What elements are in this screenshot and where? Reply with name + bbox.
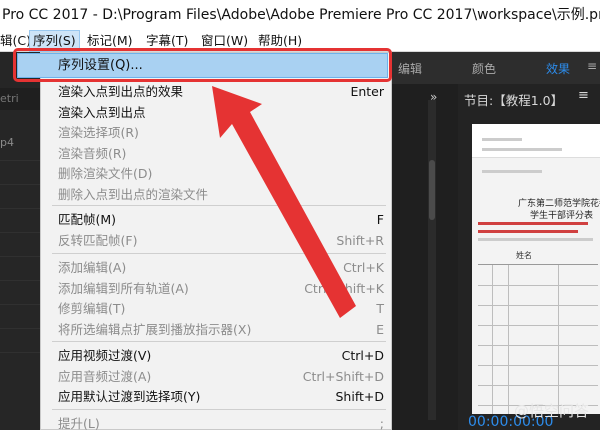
vertical-scrollbar[interactable] (428, 100, 436, 420)
menu-item: 应用音频过渡(A) Ctrl+Shift+D (58, 367, 384, 387)
menu-item: 反转匹配帧(F) Shift+R (58, 231, 384, 251)
workspace-menu-icon[interactable]: ≡ (587, 59, 597, 73)
menu-item-label: 删除渲染文件(D) (58, 166, 153, 181)
menu-item: 渲染选择项(R) (58, 123, 384, 143)
menu-item-shortcut: Ctrl+Shift+K (304, 280, 384, 296)
window-title: Pro CC 2017 - D:\Program Files\Adobe\Ado… (0, 0, 600, 30)
menu-item-shortcut: ; (379, 416, 384, 430)
workspace-bar: 编辑 颜色 效果 ≡ (392, 52, 600, 84)
menu-item: 渲染音频(R) (58, 144, 384, 164)
program-monitor-title[interactable]: 节目:【教程1.0】 (464, 90, 563, 109)
menu-item[interactable]: 应用视频过渡(V) Ctrl+D (58, 346, 384, 366)
menu-item: 提升(L); (58, 414, 384, 430)
workspace-effects[interactable]: 效果 (546, 60, 570, 77)
menu-item-label: 应用视频过渡(V) (58, 348, 152, 363)
menu-item-shortcut: T (376, 301, 384, 316)
effect-controls-panel (392, 52, 458, 430)
table-row (478, 365, 598, 366)
menu-item-shortcut: F (376, 212, 384, 227)
menu-separator (52, 409, 386, 410)
menu-item-shortcut: Enter (350, 84, 384, 99)
table-row (478, 385, 598, 386)
menu-item-shortcut: Ctrl+Shift+D (302, 368, 384, 384)
menu-item[interactable]: 应用默认过渡到选择项(Y) Shift+D (58, 387, 384, 407)
menu-item-shortcut: Shift+R (336, 232, 384, 248)
watermark-text: @悟空问答 (514, 402, 590, 420)
menu-item-label: 应用默认过渡到选择项(Y) (58, 389, 201, 404)
menu-separator (52, 253, 386, 254)
menu-separator (52, 341, 386, 342)
menu-separator (52, 205, 386, 206)
preview-red-text (478, 222, 588, 225)
menu-item-label: 提升(L) (58, 416, 100, 430)
menu-item-label: 反转匹配帧(F) (58, 232, 138, 248)
menu-item-label: 添加编辑(A) (58, 260, 127, 275)
menu-item: 添加编辑到所有轨道(A) Ctrl+Shift+K (58, 279, 384, 299)
panel-header-text: etri (0, 92, 19, 105)
menu-item-label: 将所选编辑点扩展到播放指示器(X) (58, 321, 252, 337)
preview-doc-subtitle: 学生干部评分表 (530, 211, 594, 221)
table-row (478, 285, 598, 286)
table-col (508, 265, 509, 414)
table-row (478, 345, 598, 346)
menu-item: 添加编辑(A) Ctrl+K (58, 258, 384, 278)
table-row (478, 325, 598, 326)
preview-toolbar (472, 124, 600, 158)
menu-item[interactable]: 匹配帧(M) F (58, 210, 384, 230)
table-row (478, 305, 598, 306)
menu-item-shortcut: Ctrl+D (341, 348, 384, 363)
table-col (558, 265, 559, 414)
menu-item-label: 匹配帧(M) (58, 212, 117, 227)
menu-item-label: 删除入点到出点的渲染文件 (58, 186, 209, 202)
menu-item-shortcut: Ctrl+K (343, 260, 384, 275)
menu-item: 删除渲染文件(D) (58, 164, 384, 184)
menu-item-label: 应用音频过渡(A) (58, 368, 152, 384)
program-monitor-preview: 广东第二师范学院花都校 学生干部评分表 姓名 (472, 124, 600, 414)
menu-item-label: 渲染入点到出点的效果 (58, 84, 184, 99)
preview-line (482, 170, 542, 173)
project-item[interactable]: p4 (0, 136, 14, 149)
preview-line (482, 138, 522, 141)
table-col (492, 265, 493, 414)
menu-item-shortcut: Shift+D (335, 389, 384, 404)
preview-line (482, 148, 562, 151)
menu-item: 删除入点到出点的渲染文件 (58, 185, 384, 205)
preview-line (478, 238, 593, 241)
scrollbar-thumb[interactable] (429, 160, 435, 220)
menu-item-label: 修剪编辑(T) (58, 301, 126, 316)
annotation-highlight-box (13, 48, 392, 82)
preview-table-header: 姓名 (516, 251, 532, 260)
workspace-color[interactable]: 颜色 (472, 60, 496, 77)
menu-item-shortcut: E (376, 321, 384, 337)
menu-item-label: 渲染音频(R) (58, 145, 127, 161)
menu-item: 修剪编辑(T) T (58, 299, 384, 319)
menu-item: 将所选编辑点扩展到播放指示器(X) E (58, 320, 384, 340)
workspace-edit[interactable]: 编辑 (398, 60, 422, 77)
menu-item-label: 添加编辑到所有轨道(A) (58, 280, 189, 296)
menu-item-label: 渲染入点到出点 (58, 104, 146, 120)
menu-item-label: 渲染选择项(R) (58, 125, 139, 140)
menu-item[interactable]: 渲染入点到出点 (58, 103, 384, 123)
menu-item[interactable]: 渲染入点到出点的效果 Enter (58, 82, 384, 102)
program-monitor-menu-icon[interactable]: ≡ (578, 88, 589, 103)
preview-red-text (478, 230, 578, 233)
preview-table (478, 264, 598, 414)
